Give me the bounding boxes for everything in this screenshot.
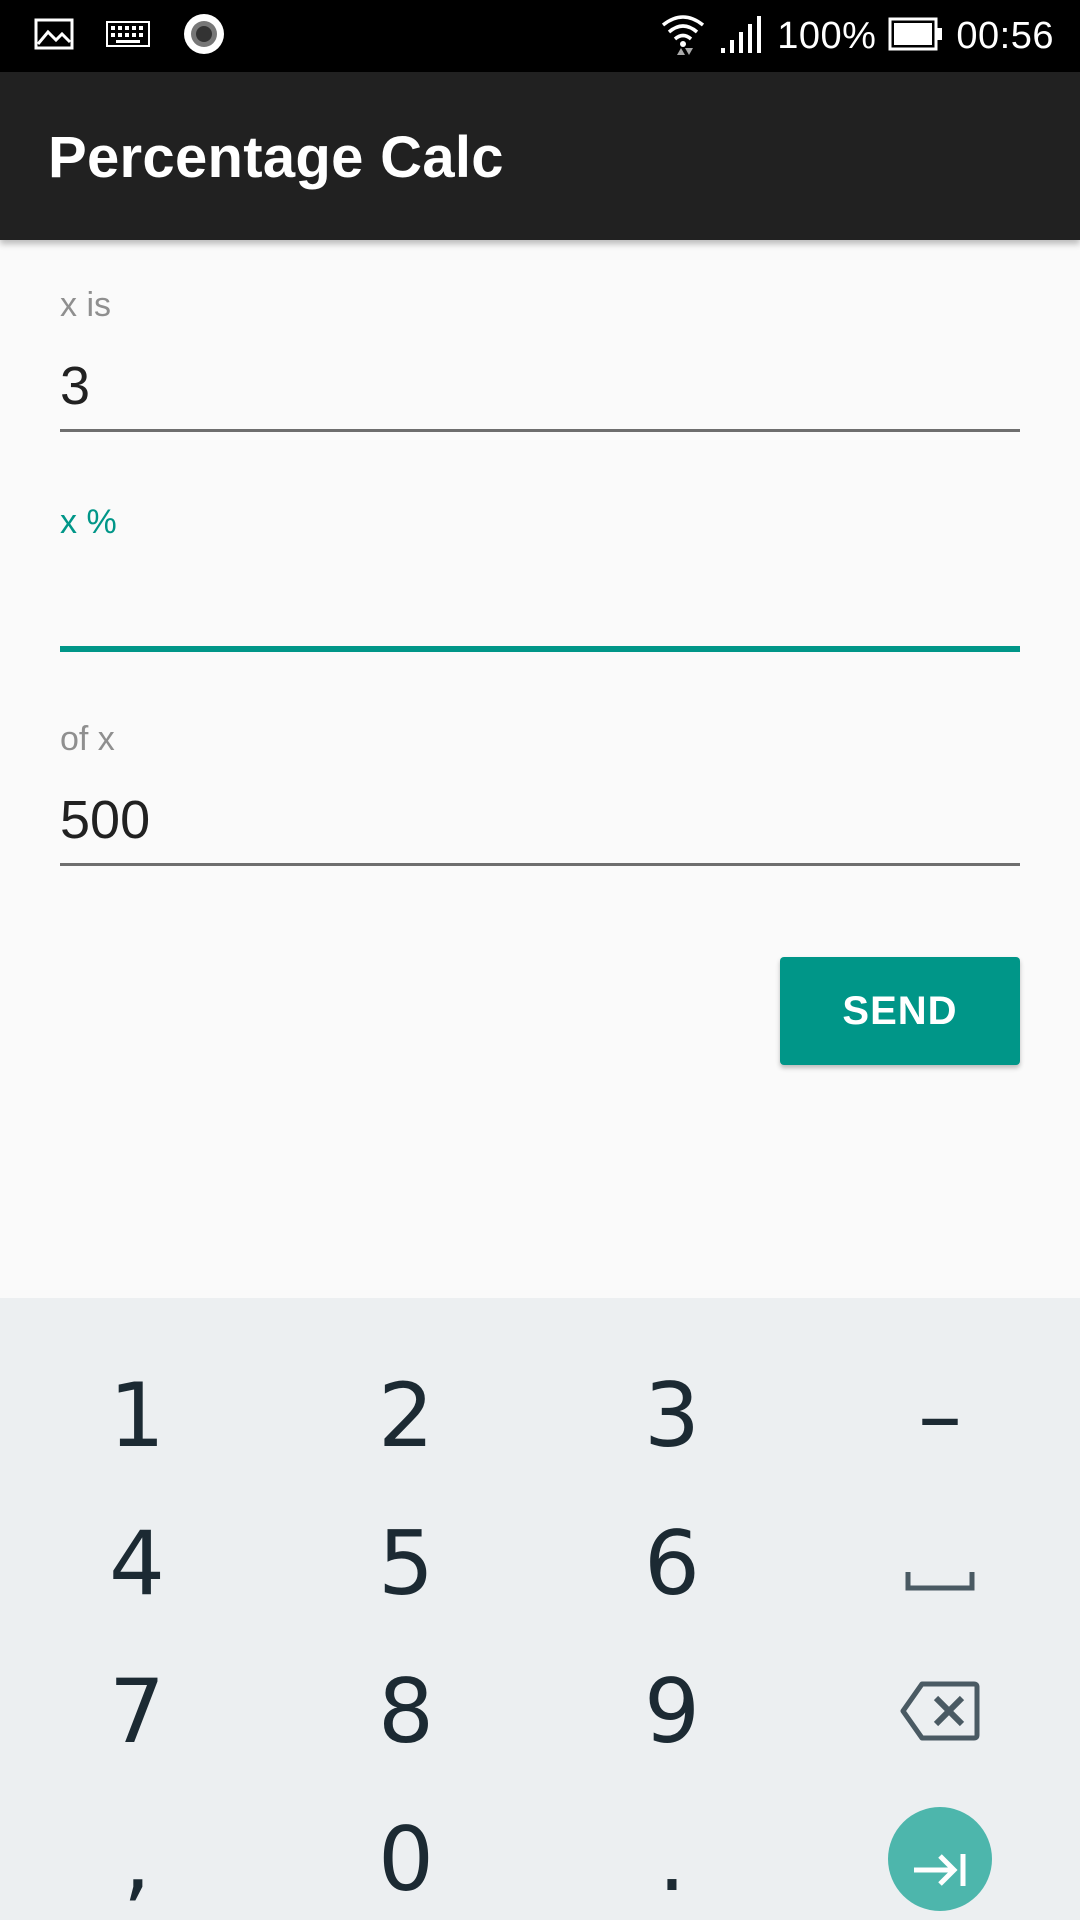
x-is-value[interactable]: 3 [60,355,90,417]
key-7[interactable]: 7 [37,1646,237,1776]
key-3[interactable]: 3 [572,1350,772,1480]
key-5[interactable]: 5 [306,1498,506,1628]
of-x-value[interactable]: 500 [60,789,150,851]
next-field-icon [910,1808,970,1911]
x-is-label: x is [60,286,111,324]
of-x-underline [60,863,1020,866]
wifi-icon [659,11,707,62]
key-space[interactable] [840,1498,1040,1628]
backspace-icon [900,1660,980,1763]
battery-text: 100% [777,14,877,57]
x-percent-underline [60,646,1020,652]
key-comma[interactable]: , [37,1794,237,1920]
key-backspace[interactable] [840,1646,1040,1776]
app-bar: Percentage Calc [0,72,1080,240]
key-0[interactable]: 0 [306,1794,506,1920]
screen: 100% 00:56 Percentage Calc x is 3 x % of… [0,0,1080,1920]
numeric-keyboard: 1 2 3 – 4 5 6 7 8 9 , 0 . [0,1298,1080,1920]
signal-icon [719,14,765,59]
status-bar: 100% 00:56 [0,0,1080,72]
x-percent-field[interactable]: x % [60,503,1020,653]
key-next[interactable] [840,1794,1040,1920]
x-is-underline [60,429,1020,432]
key-period[interactable]: . [572,1794,772,1920]
key-8[interactable]: 8 [306,1646,506,1776]
send-button[interactable]: SEND [780,957,1020,1065]
of-x-label: of x [60,720,115,758]
keyboard-icon [106,20,150,53]
gallery-icon [34,18,74,55]
record-icon [182,12,226,61]
space-icon [904,1512,976,1615]
battery-icon [888,17,944,56]
key-1[interactable]: 1 [37,1350,237,1480]
x-is-field[interactable]: x is 3 [60,286,1020,436]
x-percent-label: x % [60,503,117,541]
of-x-field[interactable]: of x 500 [60,720,1020,870]
key-2[interactable]: 2 [306,1350,506,1480]
key-6[interactable]: 6 [572,1498,772,1628]
page-title: Percentage Calc [48,125,504,190]
key-minus[interactable]: – [840,1350,1040,1480]
next-button[interactable] [888,1807,992,1911]
key-9[interactable]: 9 [572,1646,772,1776]
clock: 00:56 [956,14,1054,57]
key-4[interactable]: 4 [37,1498,237,1628]
